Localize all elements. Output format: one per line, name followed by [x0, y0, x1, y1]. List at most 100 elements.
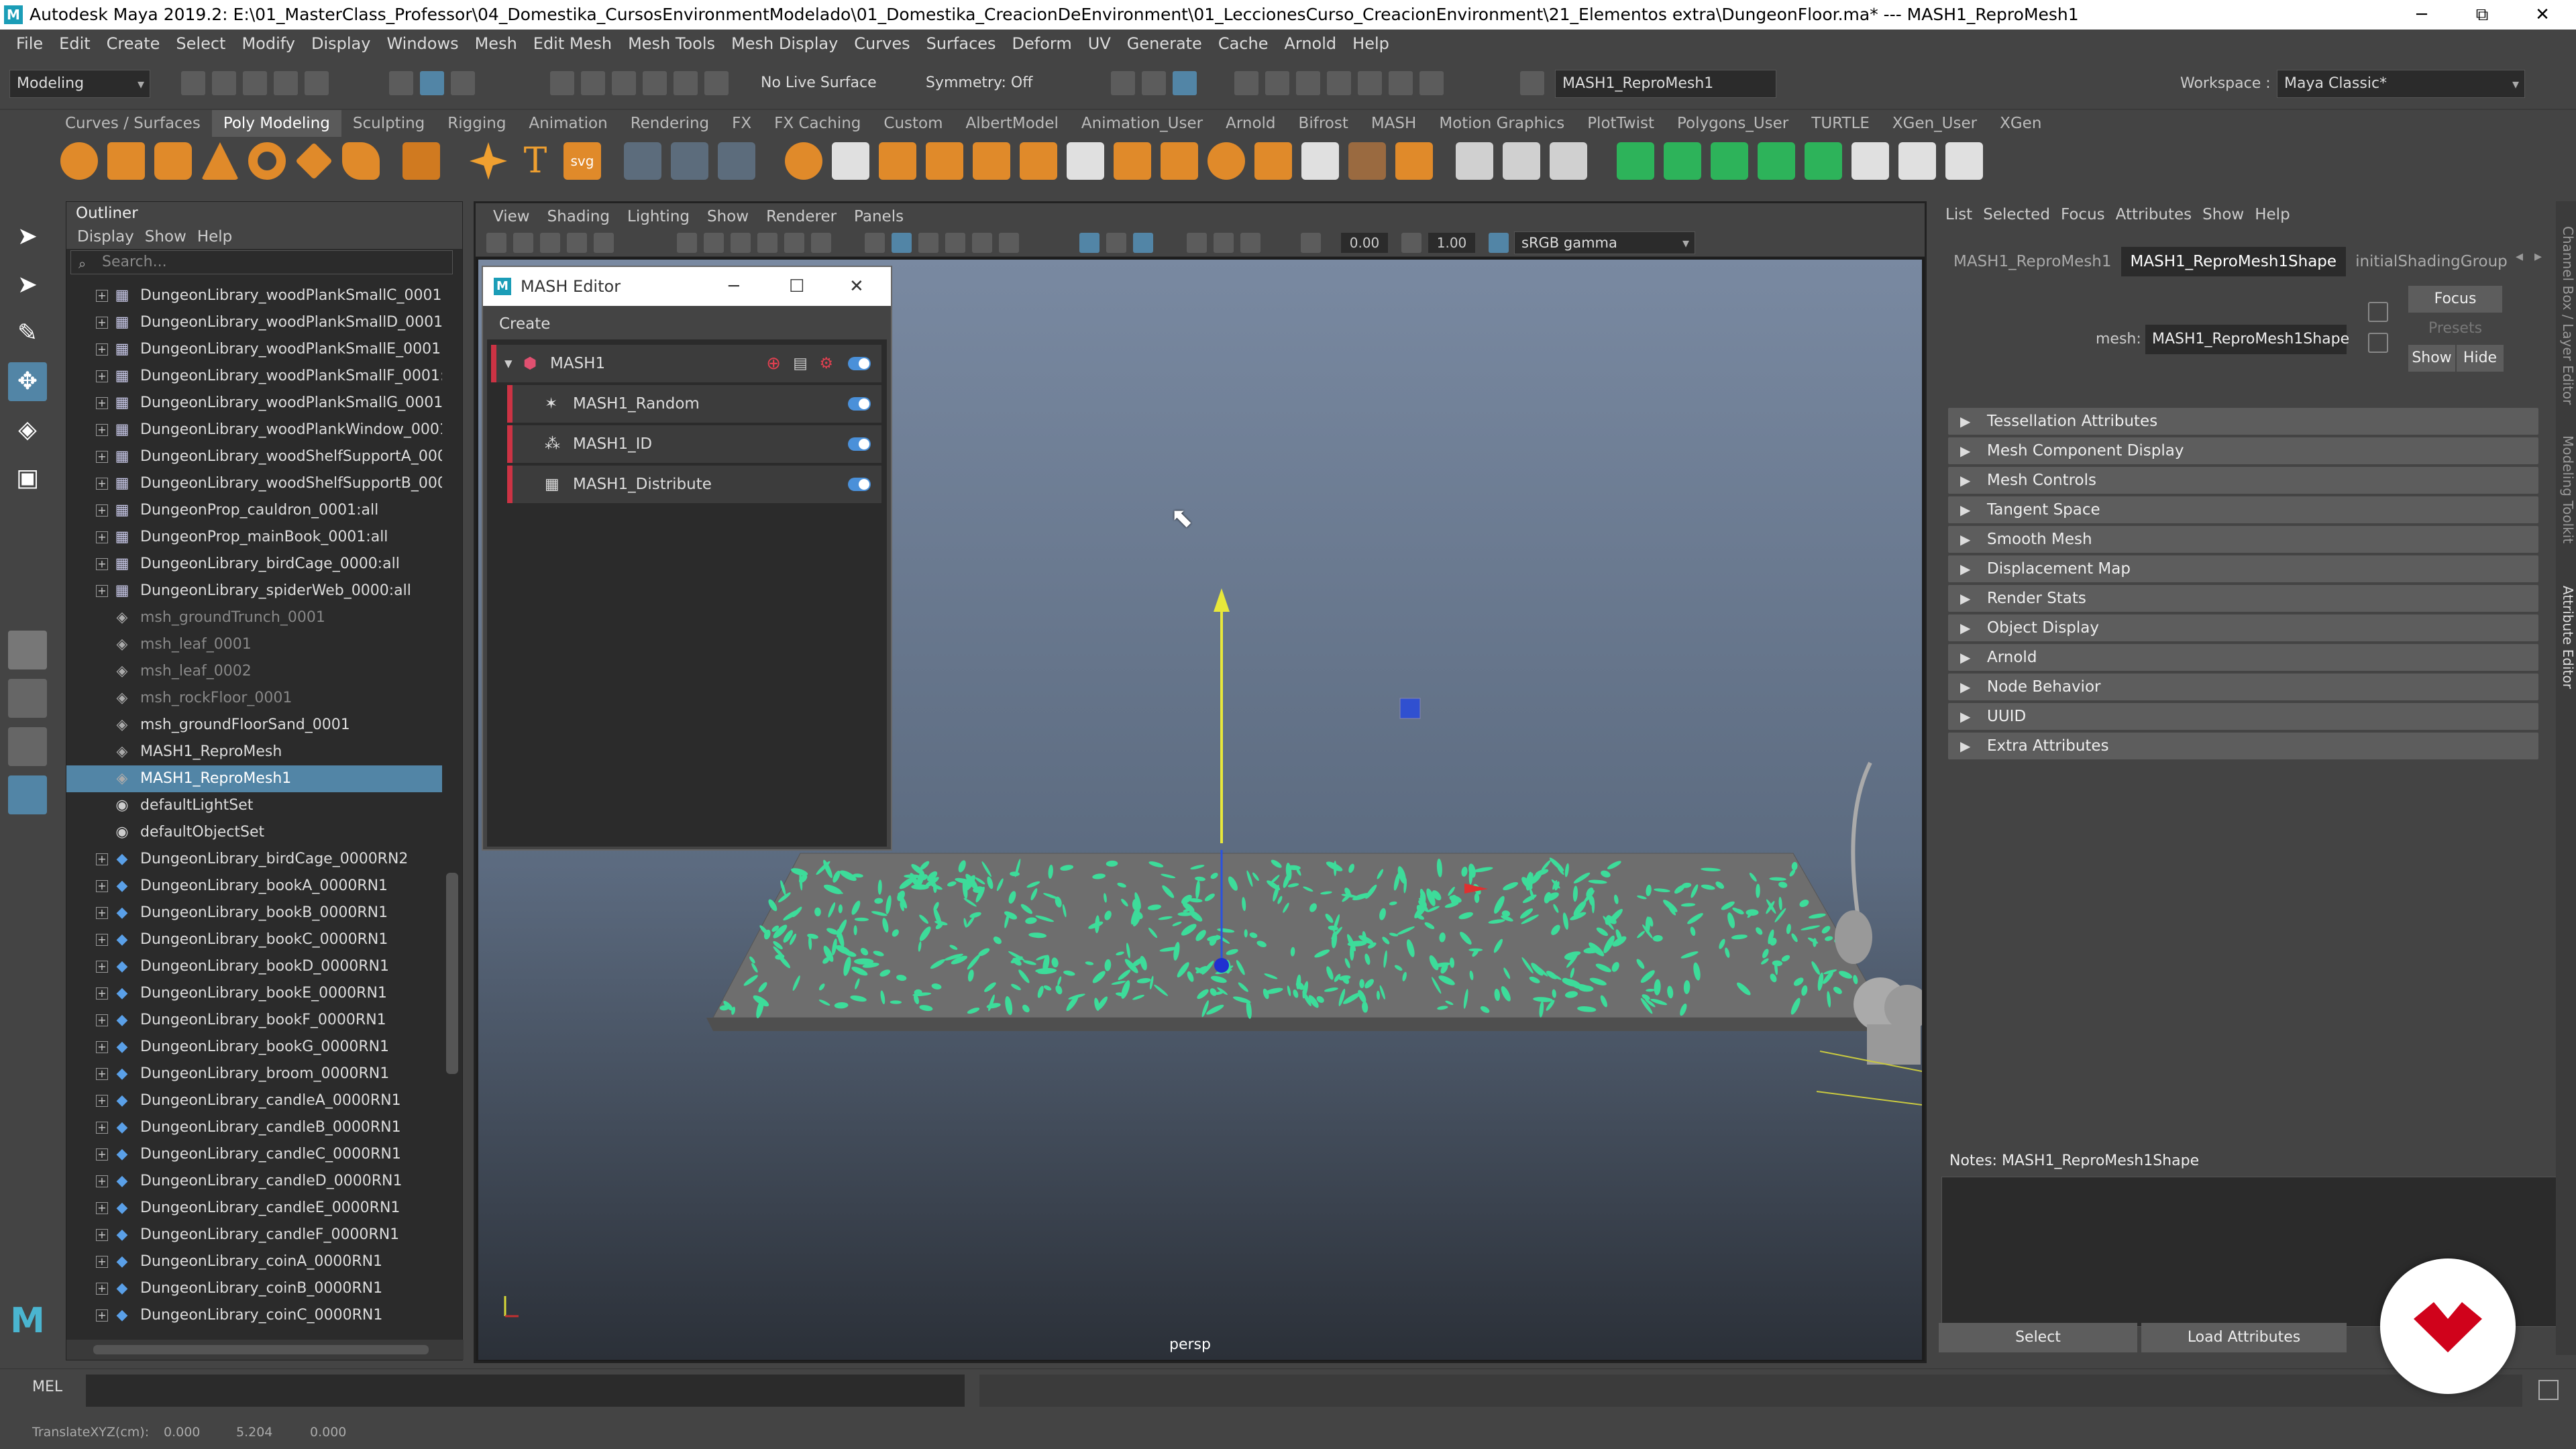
wireframe-icon[interactable]	[865, 233, 885, 253]
node-enable-toggle[interactable]	[848, 397, 871, 411]
circularize-icon[interactable]	[1208, 142, 1245, 180]
wireframe-on-shaded-icon[interactable]	[918, 233, 938, 253]
snap-curve-icon[interactable]	[581, 71, 605, 95]
add-node-icon[interactable]: ⊕	[766, 345, 781, 382]
super-shape-icon[interactable]	[470, 142, 507, 180]
outliner-row[interactable]: + ◆ DungeonLibrary_bookB_0000RN1	[66, 900, 442, 926]
mash-node-mash1-id[interactable]: ⁂ MASH1_ID	[507, 425, 881, 463]
grease-pencil-icon[interactable]	[594, 233, 614, 253]
menu-mesh[interactable]: Mesh	[475, 30, 517, 58]
color-management-icon[interactable]	[1489, 233, 1509, 253]
viewport-menu-show[interactable]: Show	[707, 203, 749, 230]
menu-windows[interactable]: Windows	[386, 30, 458, 58]
outliner-row[interactable]: + ▦ DungeonLibrary_woodPlankSmallG_0001:al…	[66, 390, 442, 417]
mash-node-mash1-random[interactable]: ✶ MASH1_Random	[507, 385, 881, 423]
outliner-row[interactable]: ◈ msh_groundTrunch_0001	[66, 604, 442, 631]
close-button[interactable]: ✕	[2516, 0, 2569, 30]
close-icon[interactable]: ✕	[849, 267, 864, 306]
shelf-tab-fx-caching[interactable]: FX Caching	[763, 110, 872, 137]
outliner-menu-display[interactable]: Display	[77, 225, 134, 249]
expand-icon[interactable]: +	[96, 1202, 108, 1214]
mash-create-icon[interactable]	[1617, 142, 1654, 180]
grid-toggle-icon[interactable]	[677, 233, 697, 253]
exposure-icon[interactable]	[1301, 233, 1321, 253]
shelf-tab-sculpting[interactable]: Sculpting	[341, 110, 436, 137]
maximize-icon[interactable]: ☐	[789, 267, 804, 306]
outliner-row[interactable]: + ◆ DungeonLibrary_candleC_0000RN1	[66, 1141, 442, 1168]
resolution-gate-icon[interactable]	[731, 233, 751, 253]
shelf-tab-albertmodel[interactable]: AlbertModel	[955, 110, 1070, 137]
svg-tool-icon[interactable]: svg	[564, 142, 601, 180]
gate-mask-icon[interactable]	[757, 233, 777, 253]
shadows-icon[interactable]	[999, 233, 1019, 253]
move-tool-icon[interactable]: ✥	[8, 362, 47, 401]
exposure-field[interactable]: 0.00	[1341, 233, 1388, 253]
tab-attribute-editor[interactable]: Attribute Editor	[2556, 570, 2576, 704]
four-view-layout-icon[interactable]	[8, 679, 47, 718]
menu-create[interactable]: Create	[107, 30, 160, 58]
expand-icon[interactable]: +	[96, 987, 108, 1000]
rotate-tool-icon[interactable]: ◈	[8, 411, 47, 449]
expand-icon[interactable]: +	[96, 585, 108, 597]
expand-icon[interactable]: +	[96, 1095, 108, 1107]
outliner-row[interactable]: + ▦ DungeonLibrary_woodPlankSmallF_0001:al…	[66, 363, 442, 390]
section-mesh-controls[interactable]: ▶ Mesh Controls	[1948, 467, 2538, 494]
node-list-icon[interactable]: ▤	[793, 345, 808, 382]
extrude-icon[interactable]	[832, 142, 869, 180]
viewport-menu-lighting[interactable]: Lighting	[627, 203, 690, 230]
outliner-row[interactable]: ◈ msh_rockFloor_0001	[66, 685, 442, 712]
show-button[interactable]: Show	[2408, 345, 2455, 372]
outliner-row[interactable]: ◉ defaultLightSet	[66, 792, 442, 819]
expand-icon[interactable]: +	[96, 1229, 108, 1241]
menu-arnold[interactable]: Arnold	[1284, 30, 1336, 58]
snap-point-icon[interactable]	[612, 71, 636, 95]
expand-icon[interactable]: +	[96, 343, 108, 356]
node-settings-icon[interactable]: ⚙	[819, 345, 833, 382]
outliner-row[interactable]: ◈ msh_leaf_0002	[66, 658, 442, 685]
render-current-icon[interactable]	[1234, 71, 1258, 95]
section-arnold[interactable]: ▶ Arnold	[1948, 644, 2538, 671]
select-button[interactable]: Select	[1939, 1323, 2137, 1352]
expand-icon[interactable]: +	[96, 1256, 108, 1268]
outliner-row[interactable]: ◈ MASH1_ReproMesh1	[66, 765, 442, 792]
attr-tab-mash1-repromesh1shape[interactable]: MASH1_ReproMesh1Shape	[2121, 247, 2347, 276]
mesh-name-field[interactable]: MASH1_ReproMesh1Shape	[2145, 325, 2349, 354]
attr-menu-attributes[interactable]: Attributes	[2116, 201, 2192, 228]
go-to-output-icon[interactable]	[2368, 333, 2388, 353]
outliner-row[interactable]: + ◆ DungeonLibrary_bookG_0000RN1	[66, 1034, 442, 1061]
lights-icon[interactable]	[972, 233, 992, 253]
paint-select-tool-icon[interactable]: ✎	[8, 314, 47, 353]
fill-hole-icon[interactable]	[1020, 142, 1057, 180]
menu-uv[interactable]: UV	[1088, 30, 1111, 58]
node-enable-toggle[interactable]	[848, 437, 871, 451]
outliner-menu-show[interactable]: Show	[145, 225, 186, 249]
redo-icon[interactable]	[305, 71, 329, 95]
type-tool-icon[interactable]: T	[517, 142, 554, 180]
outliner-row[interactable]: + ▦ DungeonProp_mainBook_0001:all	[66, 524, 442, 551]
focus-button[interactable]: Focus	[2408, 286, 2502, 313]
open-scene-icon[interactable]	[212, 71, 236, 95]
section-node-behavior[interactable]: ▶ Node Behavior	[1948, 674, 2538, 700]
section-uuid[interactable]: ▶ UUID	[1948, 703, 2538, 730]
poly-plane-icon[interactable]	[295, 142, 333, 180]
outliner-row[interactable]: + ◆ DungeonLibrary_bookC_0000RN1	[66, 926, 442, 953]
expand-icon[interactable]: +	[96, 1283, 108, 1295]
outliner-row[interactable]: + ◆ DungeonLibrary_candleB_0000RN1	[66, 1114, 442, 1141]
mash-repro-icon[interactable]	[1711, 142, 1748, 180]
extract-icon[interactable]	[1114, 142, 1151, 180]
film-gate-icon[interactable]	[704, 233, 724, 253]
outliner-row[interactable]: + ▦ DungeonLibrary_woodPlankWindow_0001:a	[66, 417, 442, 443]
expand-icon[interactable]: +	[96, 504, 108, 517]
lasso-tool-icon[interactable]: ➤	[8, 266, 47, 305]
tab-scroll-left-icon[interactable]: ◂	[2516, 248, 2523, 265]
outliner-row[interactable]: ◈ MASH1_ReproMesh	[66, 739, 442, 765]
viewport-menu-shading[interactable]: Shading	[547, 203, 610, 230]
workspace-dropdown[interactable]: Maya Classic* ▾	[2277, 70, 2525, 98]
shelf-tab-motion-graphics[interactable]: Motion Graphics	[1428, 110, 1576, 137]
object-name-field[interactable]: MASH1_ReproMesh1	[1555, 70, 1776, 98]
mash-flatten-icon[interactable]	[1945, 142, 1983, 180]
script-editor-icon[interactable]	[2538, 1380, 2559, 1400]
section-displacement-map[interactable]: ▶ Displacement Map	[1948, 555, 2538, 582]
menu-mesh-tools[interactable]: Mesh Tools	[628, 30, 715, 58]
motion-blur-icon[interactable]	[1214, 233, 1234, 253]
